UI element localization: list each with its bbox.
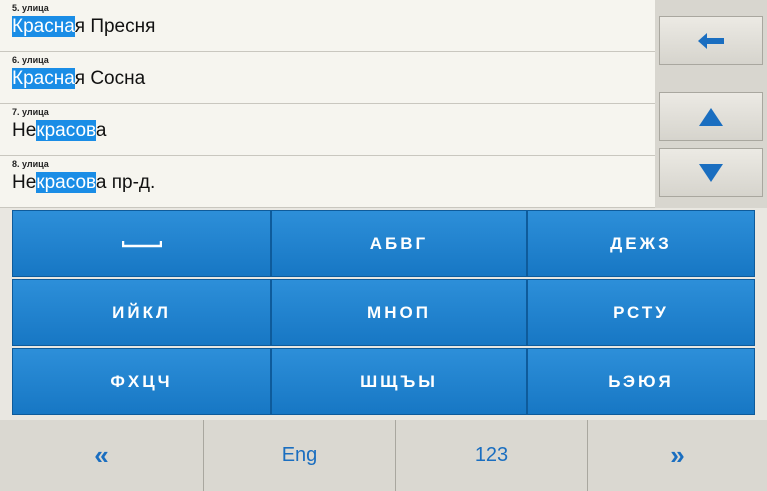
result-name: Красная Сосна	[12, 68, 146, 89]
key-abvg[interactable]: АБВГ	[271, 210, 527, 277]
key-eyuya[interactable]: ЬЭЮЯ	[527, 348, 755, 415]
arrow-left-icon	[698, 32, 724, 49]
bottom-bar: « Eng 123 »	[0, 420, 767, 491]
side-controls	[655, 0, 767, 208]
triangle-up-icon	[699, 107, 723, 126]
list-item[interactable]: 8. улица Некрасова пр-д.	[0, 156, 655, 208]
result-category: 7. улица	[12, 107, 49, 117]
language-button[interactable]: Eng	[204, 420, 396, 491]
numbers-button[interactable]: 123	[396, 420, 588, 491]
list-item[interactable]: 5. улица Красная Пресня	[0, 0, 655, 52]
triangle-down-icon	[699, 163, 723, 182]
result-name: Красная Пресня	[12, 16, 156, 37]
key-iykl[interactable]: ИЙКЛ	[12, 279, 271, 346]
space-key[interactable]	[12, 210, 271, 277]
result-name: Некрасова	[12, 120, 107, 141]
key-rstu[interactable]: РСТУ	[527, 279, 755, 346]
key-shshchy[interactable]: ШЩЪЫ	[271, 348, 527, 415]
result-category: 6. улица	[12, 55, 49, 65]
prev-page-button[interactable]: «	[0, 420, 204, 491]
list-item[interactable]: 6. улица Красная Сосна	[0, 52, 655, 104]
backspace-button[interactable]	[659, 16, 763, 65]
key-mnop[interactable]: МНОП	[271, 279, 527, 346]
result-name: Некрасова пр-д.	[12, 172, 156, 193]
list-item[interactable]: 7. улица Некрасова	[0, 104, 655, 156]
space-bar-icon	[121, 240, 162, 247]
result-category: 8. улица	[12, 159, 49, 169]
next-page-button[interactable]: »	[588, 420, 767, 491]
results-list: 5. улица Красная Пресня 6. улица Красная…	[0, 0, 655, 208]
scroll-up-button[interactable]	[659, 92, 763, 141]
scroll-down-button[interactable]	[659, 148, 763, 197]
result-category: 5. улица	[12, 3, 49, 13]
key-dezhz[interactable]: ДЕЖЗ	[527, 210, 755, 277]
key-fkhtsch[interactable]: ФХЦЧ	[12, 348, 271, 415]
